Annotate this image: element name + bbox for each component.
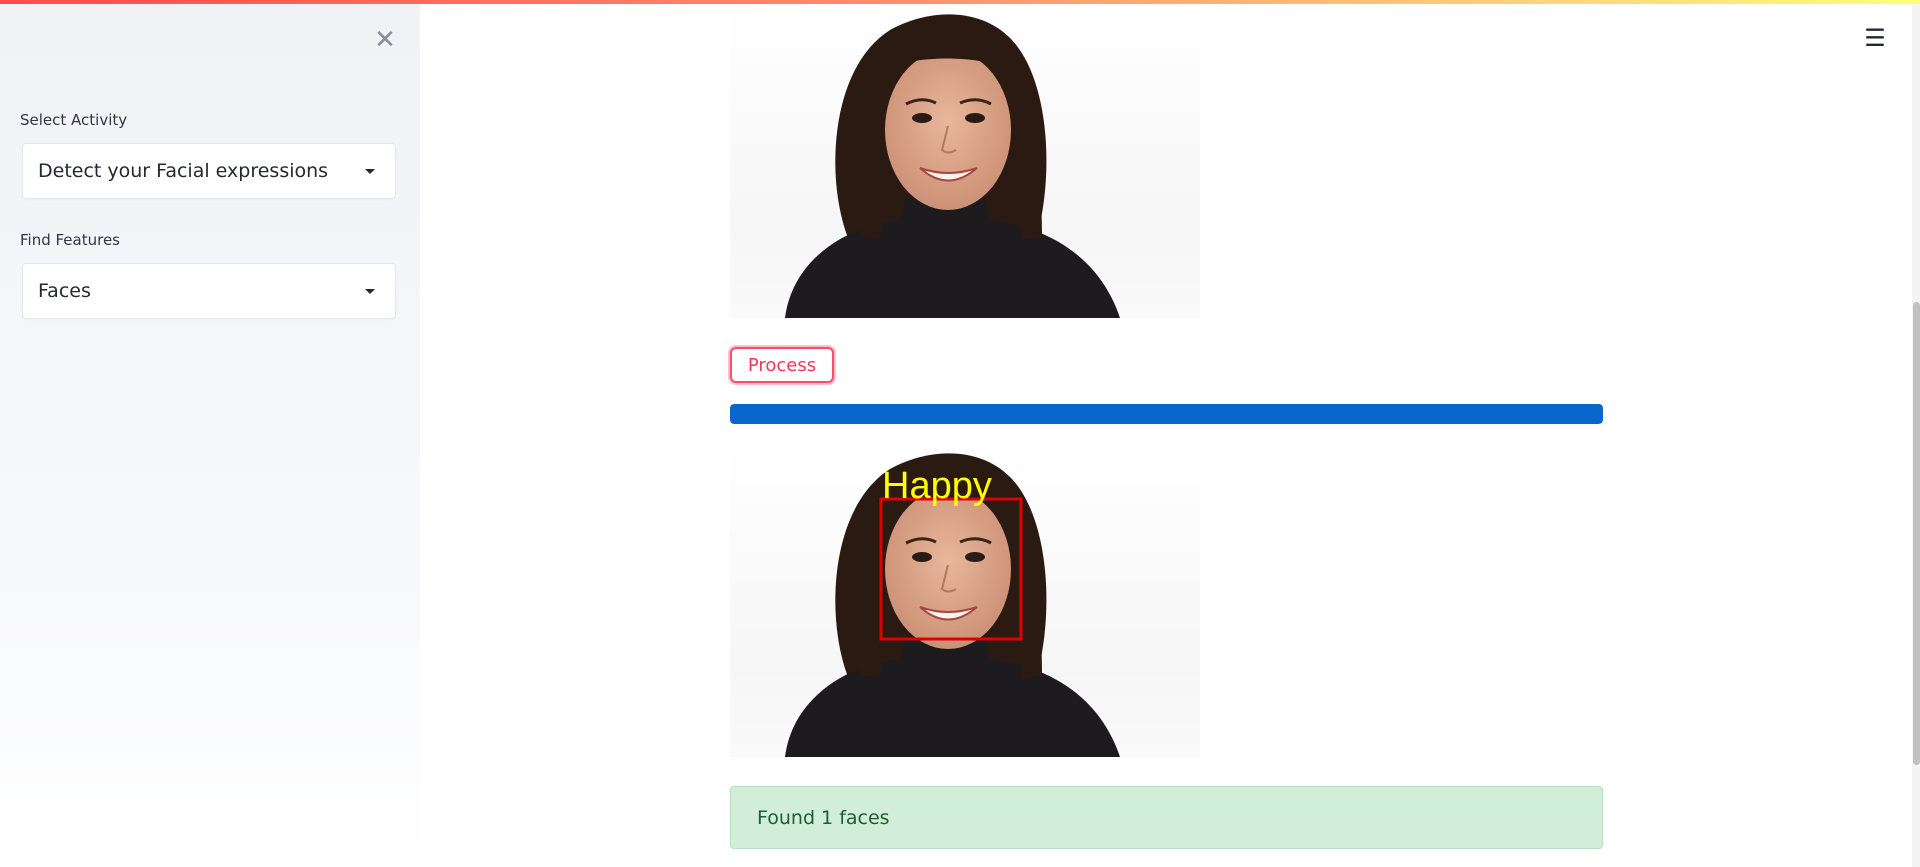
process-button[interactable]: Process: [730, 347, 834, 383]
uploaded-image: [730, 8, 1200, 318]
top-decoration-bar: [0, 0, 1920, 4]
hamburger-menu-icon[interactable]: ☰: [1862, 25, 1888, 51]
scrollbar-thumb[interactable]: [1913, 302, 1920, 765]
activity-label: Select Activity: [20, 111, 128, 129]
alert-text: Found 1 faces: [757, 806, 890, 829]
emotion-label: Happy: [882, 465, 992, 507]
features-label: Find Features: [20, 231, 120, 249]
progress-bar-fill: [730, 404, 1603, 424]
caret-down-icon: [365, 168, 375, 174]
processed-image: Happy: [730, 445, 1200, 757]
activity-select-value: Detect your Facial expressions: [38, 160, 329, 182]
activity-select[interactable]: Detect your Facial expressions: [22, 143, 396, 199]
features-select[interactable]: Faces: [22, 263, 396, 319]
sidebar: ✕ Select Activity Detect your Facial exp…: [0, 0, 420, 867]
close-icon[interactable]: ✕: [371, 26, 399, 54]
caret-down-icon: [365, 288, 375, 294]
success-alert: Found 1 faces: [730, 786, 1603, 849]
progress-bar: [730, 404, 1603, 424]
features-select-value: Faces: [38, 280, 91, 302]
